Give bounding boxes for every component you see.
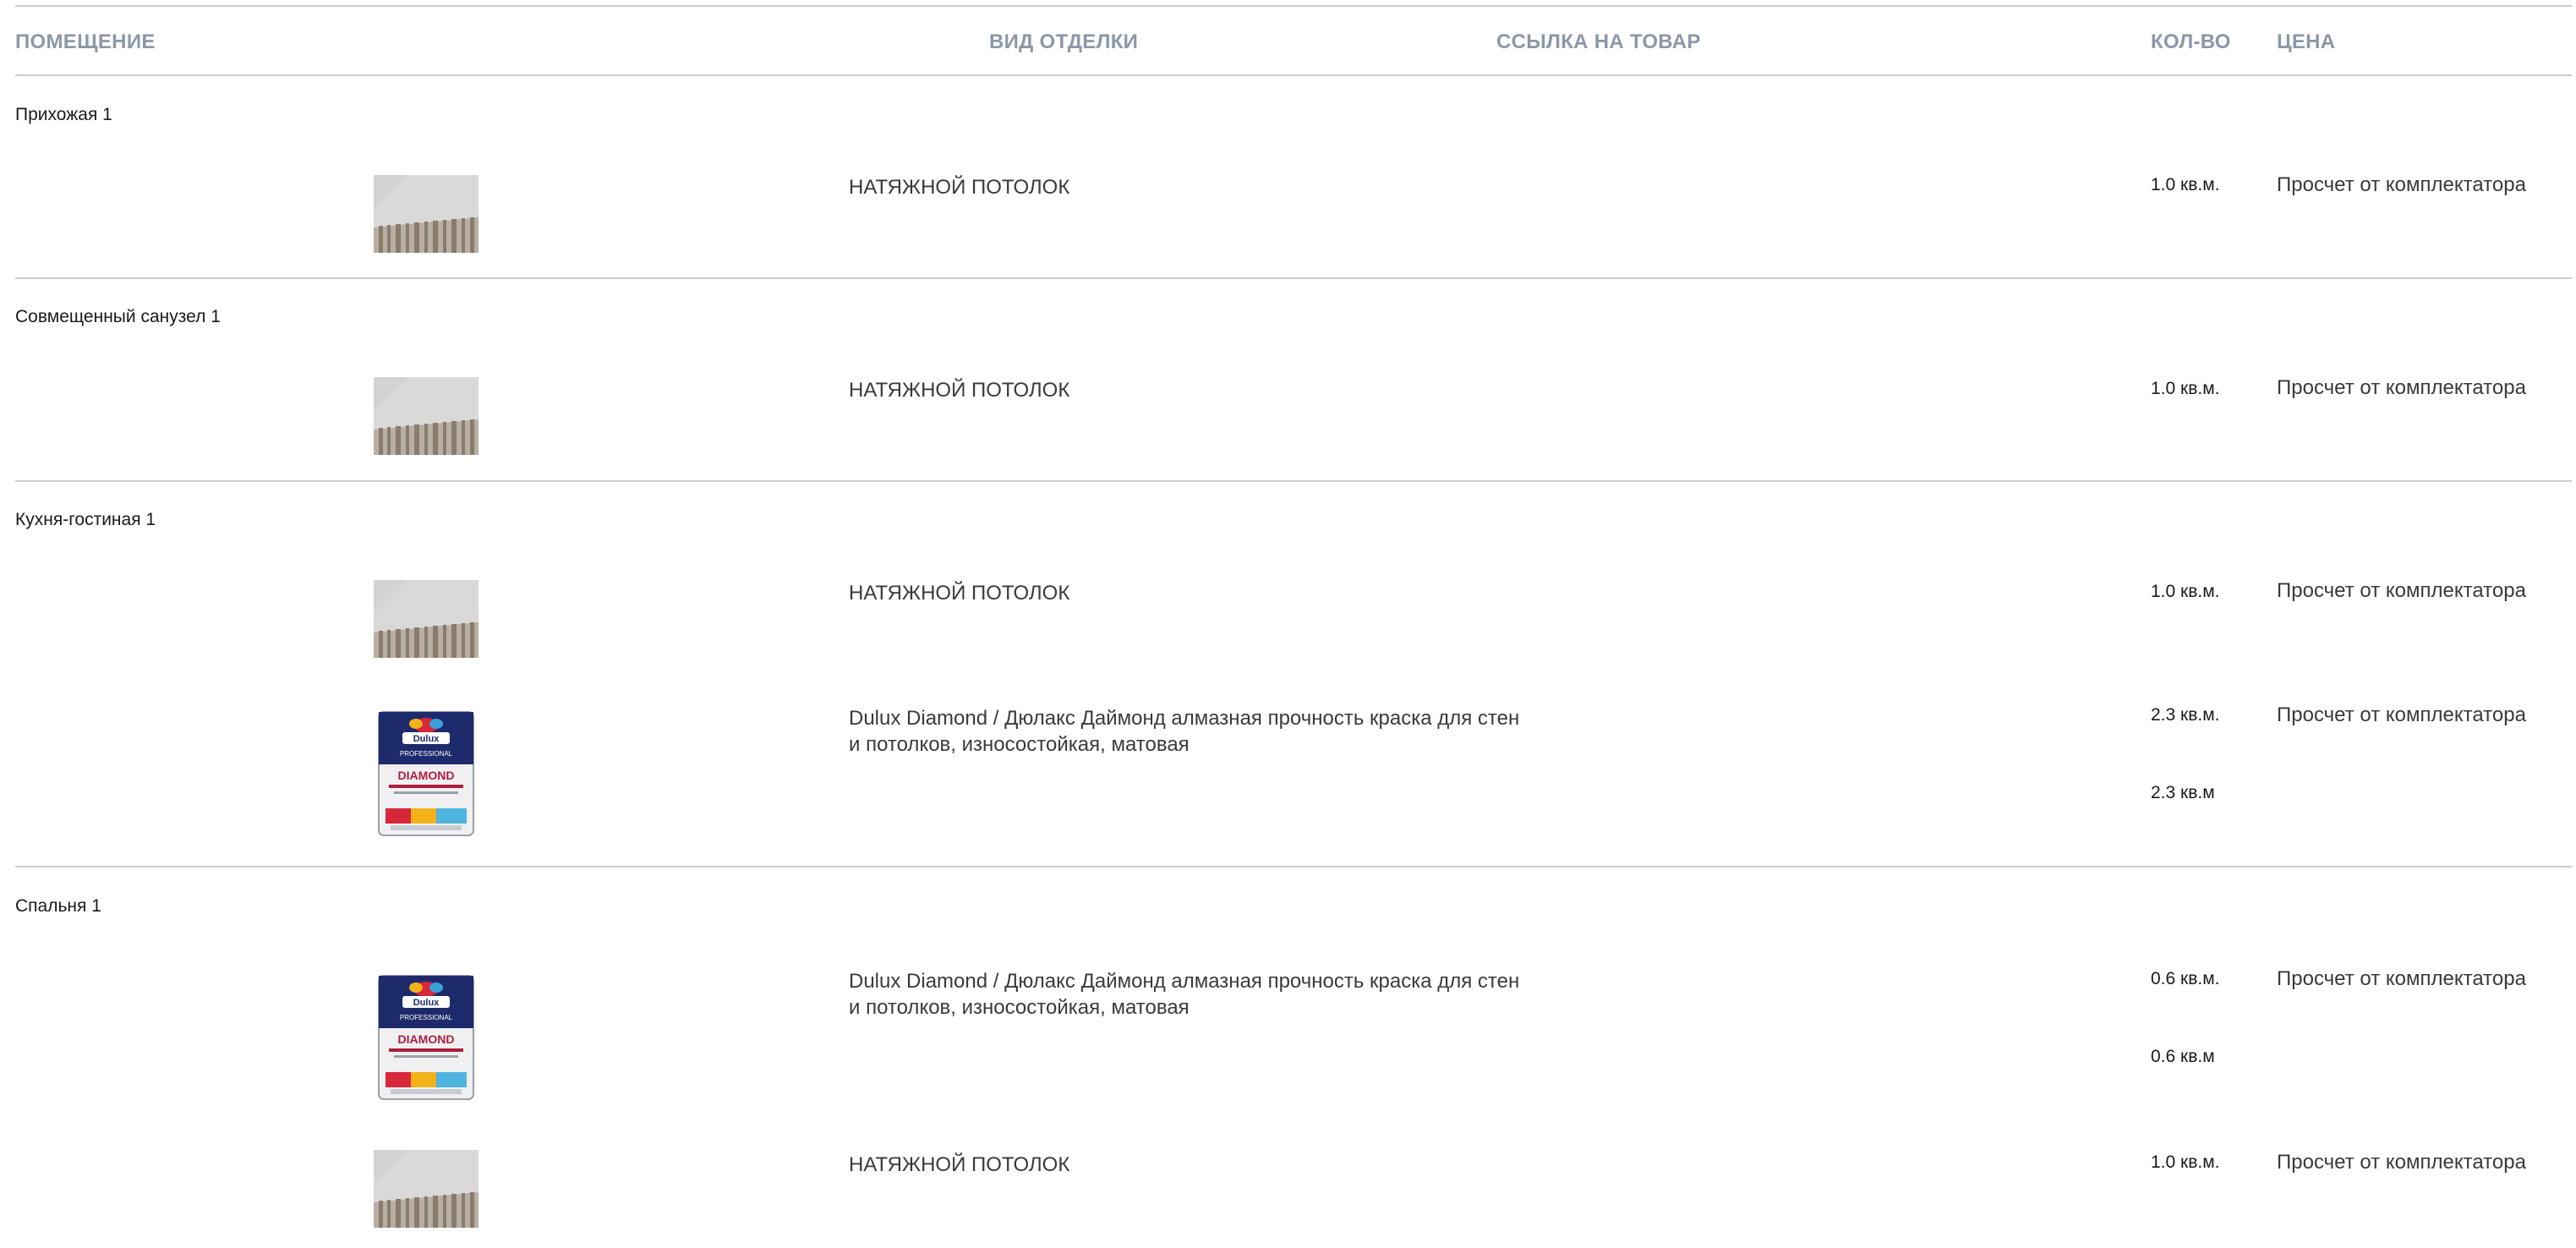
- room-divider: [15, 866, 2572, 868]
- room-name: Прихожая 1: [15, 105, 112, 124]
- ceiling-photo: [374, 377, 479, 455]
- quantity-value: 1.0 кв.м.: [2151, 582, 2220, 601]
- room-name: Совмещенный санузел 1: [15, 307, 221, 326]
- price-value: Просчет от комплектатора: [2277, 1151, 2526, 1174]
- price-value: Просчет от комплектатора: [2277, 376, 2526, 399]
- quantity-value: 2.3 кв.м.: [2151, 705, 2220, 725]
- room-name: Спальня 1: [15, 896, 101, 916]
- quantity-value: 1.0 кв.м.: [2151, 1152, 2220, 1172]
- table-top-divider: [15, 5, 2572, 7]
- paint-can-photo: [374, 971, 479, 1103]
- quantity-value: 1.0 кв.м.: [2151, 379, 2220, 398]
- finish-name: НАТЯЖНОЙ ПОТОЛОК: [849, 582, 1070, 605]
- paint-can-photo: [374, 707, 479, 839]
- column-header-price: ЦЕНА: [2277, 30, 2336, 53]
- room-divider: [15, 277, 2572, 279]
- room-divider: [15, 480, 2572, 482]
- quantity-value: 1.0 кв.м.: [2151, 175, 2220, 194]
- finish-name: НАТЯЖНОЙ ПОТОЛОК: [849, 176, 1070, 199]
- price-value: Просчет от комплектатора: [2277, 967, 2526, 990]
- quantity-secondary-value: 0.6 кв.м: [2151, 1047, 2215, 1066]
- column-header-room: ПОМЕЩЕНИЕ: [15, 30, 156, 53]
- quantity-value: 0.6 кв.м.: [2151, 969, 2220, 988]
- price-value: Просчет от комплектатора: [2277, 703, 2526, 726]
- column-header-link: ССЫЛКА НА ТОВАР: [1496, 30, 1701, 53]
- room-name: Кухня-гостиная 1: [15, 510, 156, 529]
- column-header-qty: КОЛ-ВО: [2151, 30, 2231, 53]
- finish-name: НАТЯЖНОЙ ПОТОЛОК: [849, 1153, 1070, 1176]
- estimate-table: ПОМЕЩЕНИЕ ВИД ОТДЕЛКИ ССЫЛКА НА ТОВАР КО…: [15, 0, 2572, 1248]
- finish-name: НАТЯЖНОЙ ПОТОЛОК: [849, 379, 1070, 402]
- finish-name: Dulux Diamond / Дюлакс Даймонд алмазная …: [849, 707, 1520, 756]
- price-value: Просчет от комплектатора: [2277, 173, 2526, 196]
- ceiling-photo: [374, 175, 479, 253]
- price-value: Просчет от комплектатора: [2277, 579, 2526, 602]
- column-header-finish: ВИД ОТДЕЛКИ: [989, 30, 1139, 53]
- ceiling-photo: [374, 1150, 479, 1228]
- header-divider: [15, 74, 2572, 76]
- finish-name: Dulux Diamond / Дюлакс Даймонд алмазная …: [849, 970, 1520, 1019]
- quantity-secondary-value: 2.3 кв.м: [2151, 783, 2215, 802]
- ceiling-photo: [374, 580, 479, 658]
